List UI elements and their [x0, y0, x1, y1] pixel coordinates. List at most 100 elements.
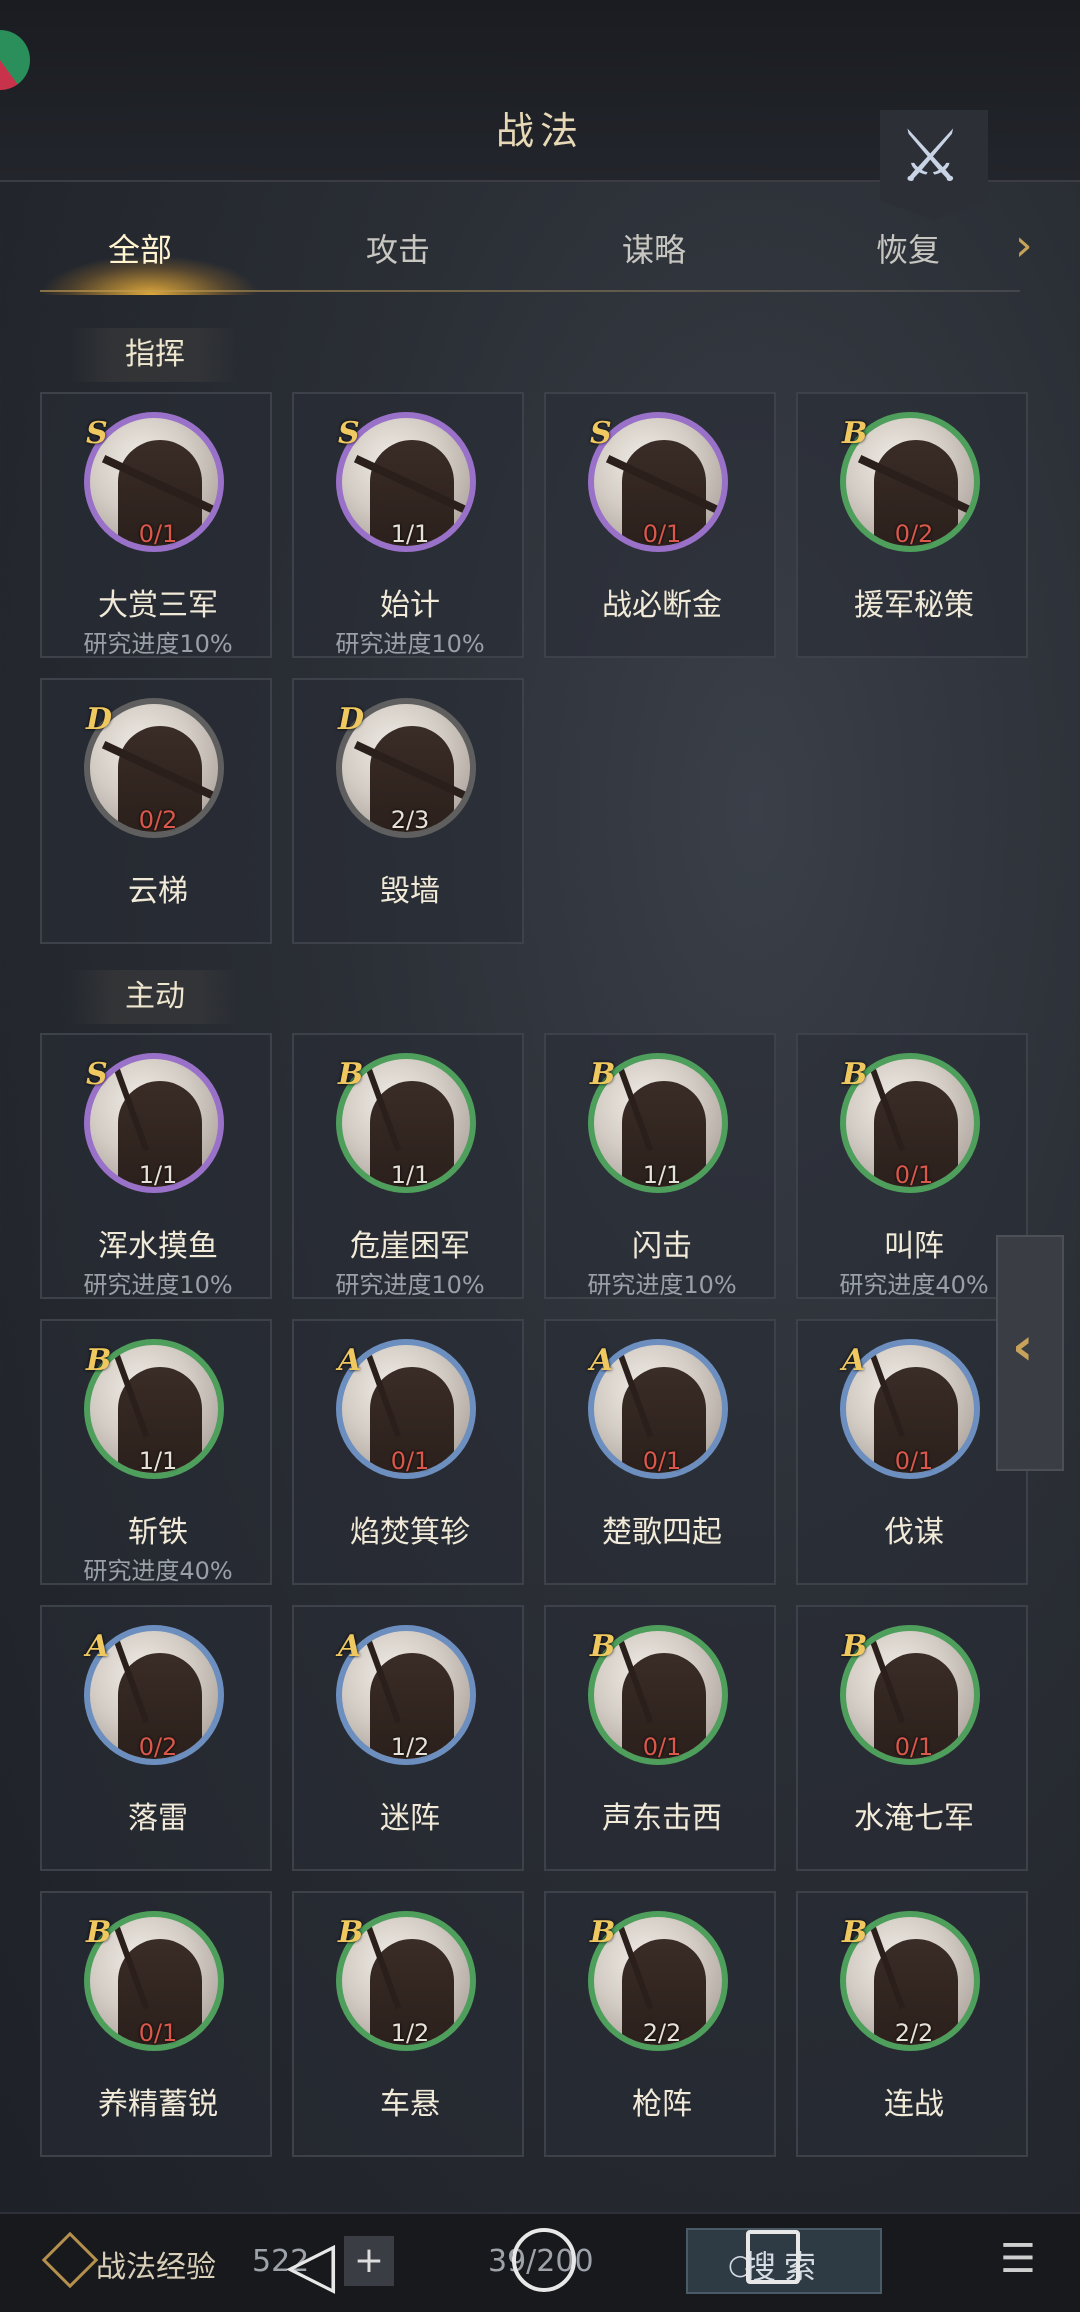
grade-badge: D [338, 702, 365, 737]
grade-badge: S [590, 416, 612, 451]
tactic-card[interactable]: D 0/2 云梯 [40, 678, 272, 944]
tactic-count: 1/1 [390, 1161, 430, 1189]
tactic-count: 0/1 [642, 520, 682, 548]
tactic-count: 0/1 [642, 1733, 682, 1761]
grade-badge: A [590, 1343, 614, 1378]
tactic-card[interactable]: A 1/2 迷阵 [292, 1605, 524, 1871]
grade-badge: D [86, 702, 113, 737]
tactic-card[interactable]: A 0/1 焰焚箕轸 [292, 1319, 524, 1585]
tactic-name: 斩铁 [128, 1515, 188, 1550]
tactic-name: 危崖困军 [350, 1229, 470, 1264]
research-progress: 研究进度10% [83, 1271, 233, 1299]
tactic-name: 枪阵 [632, 2087, 692, 2122]
tab-recovery[interactable]: 恢复 [808, 200, 1008, 290]
grade-badge: B [842, 1057, 868, 1092]
tactic-name: 始计 [380, 588, 440, 623]
tab-strategy[interactable]: 谋略 [554, 200, 754, 290]
tactic-card[interactable]: A 0/1 伐谋 [796, 1319, 1028, 1585]
nav-home-icon[interactable] [512, 2228, 576, 2292]
tactic-card[interactable]: B 0/1 水淹七军 [796, 1605, 1028, 1871]
tactic-count: 1/1 [138, 1161, 178, 1189]
tactic-card[interactable]: B 2/2 连战 [796, 1891, 1028, 2157]
tactic-card[interactable]: B 2/2 枪阵 [544, 1891, 776, 2157]
tactic-count: 1/1 [138, 1447, 178, 1475]
tactic-count: 2/2 [642, 2019, 682, 2047]
tactic-name: 连战 [884, 2087, 944, 2122]
side-panel-toggle[interactable]: ‹ [996, 1235, 1064, 1471]
nav-back-icon[interactable]: ◁ [286, 2228, 335, 2302]
section-label-active: 主动 [70, 970, 240, 1024]
grade-badge: B [590, 1057, 616, 1092]
tactic-card[interactable]: B 0/1 叫阵 研究进度40% [796, 1033, 1028, 1299]
tactic-card[interactable]: S 1/1 始计研究进度10% [292, 392, 524, 658]
app-logo [0, 30, 30, 90]
tactic-name: 云梯 [128, 874, 188, 909]
grade-badge: A [842, 1343, 866, 1378]
exp-label: 战法经验 [96, 2250, 216, 2285]
tactic-count: 0/1 [894, 1733, 934, 1761]
tactic-card[interactable]: D 2/3 毁墙 [292, 678, 524, 944]
tactic-name: 浑水摸鱼 [98, 1229, 218, 1264]
grade-badge: B [590, 1915, 616, 1950]
grade-badge: B [590, 1629, 616, 1664]
chevron-right-icon[interactable]: › [1015, 220, 1033, 271]
nav-recent-icon[interactable] [746, 2230, 800, 2284]
tactic-card[interactable]: B 1/1 闪击 研究进度10% [544, 1033, 776, 1299]
tactic-count: 2/2 [894, 2019, 934, 2047]
chevron-left-icon: ‹ [1012, 1317, 1034, 1377]
grade-badge: A [86, 1629, 110, 1664]
section-label-command: 指挥 [70, 328, 240, 382]
tactic-card[interactable]: B 0/1 声东击西 [544, 1605, 776, 1871]
tactic-name: 大赏三军 [98, 588, 218, 623]
tactic-name: 车悬 [380, 2087, 440, 2122]
grade-badge: S [86, 416, 108, 451]
tactic-count: 0/2 [894, 520, 934, 548]
tactic-count: 1/1 [642, 1161, 682, 1189]
grade-badge: S [338, 416, 360, 451]
add-exp-button[interactable]: + [344, 2236, 394, 2286]
tab-all[interactable]: 全部 [40, 200, 240, 290]
tactic-card[interactable]: B 1/2 车悬 [292, 1891, 524, 2157]
research-progress: 研究进度40% [83, 1557, 233, 1585]
tactic-count: 1/1 [390, 520, 430, 548]
tactic-count: 0/1 [642, 1447, 682, 1475]
tactic-card[interactable]: S 0/1 大赏三军 研究进度10% [40, 392, 272, 658]
crossed-swords-icon: ⚔ [898, 114, 963, 198]
tactic-card[interactable]: S 0/1 战必断金 [544, 392, 776, 658]
tab-underline [40, 290, 1020, 292]
tab-attack[interactable]: 攻击 [298, 200, 498, 290]
tactic-count: 0/2 [138, 1733, 178, 1761]
grade-badge: B [86, 1915, 112, 1950]
tactic-name: 毁墙 [380, 874, 440, 909]
grade-badge: S [86, 1057, 108, 1092]
tactic-count: 1/2 [390, 2019, 430, 2047]
grade-badge: B [86, 1343, 112, 1378]
grade-badge: A [338, 1629, 362, 1664]
tactic-count: 1/2 [390, 1733, 430, 1761]
tactic-name: 战必断金 [602, 588, 722, 623]
tactic-name: 声东击西 [602, 1801, 722, 1836]
grade-badge: A [338, 1343, 362, 1378]
research-progress: 研究进度10% [335, 630, 485, 658]
tactic-card[interactable]: A 0/1 楚歌四起 [544, 1319, 776, 1585]
tactic-name: 焰焚箕轸 [350, 1515, 470, 1550]
tactic-name: 伐谋 [884, 1515, 944, 1550]
list-export-icon[interactable]: ☰ [1000, 2236, 1036, 2282]
tactic-count: 0/1 [138, 2019, 178, 2047]
tactic-card[interactable]: B 0/1 养精蓄锐 [40, 1891, 272, 2157]
tactic-card[interactable]: A 0/2 落雷 [40, 1605, 272, 1871]
tactic-name: 水淹七军 [854, 1801, 974, 1836]
research-progress: 研究进度10% [83, 630, 233, 658]
exp-icon [41, 2231, 99, 2289]
tactic-count: 0/2 [138, 806, 178, 834]
grade-badge: B [842, 1629, 868, 1664]
bottom-bar: 战法经验 522 ◁ + 39/200 ○ 搜索 ☰ [0, 2212, 1080, 2312]
tactic-name: 落雷 [128, 1801, 188, 1836]
tactic-card[interactable]: B 1/1 危崖困军 研究进度10% [292, 1033, 524, 1299]
tactic-card[interactable]: B 0/2 援军秘策 [796, 392, 1028, 658]
tactic-card[interactable]: B 1/1 斩铁研究进度40% [40, 1319, 272, 1585]
tactic-name: 援军秘策 [854, 588, 974, 623]
tab-bar: 全部 攻击 谋略 恢复 [40, 200, 1020, 290]
tactic-card[interactable]: S 1/1 浑水摸鱼研究进度10% [40, 1033, 272, 1299]
research-progress: 研究进度10% [335, 1271, 485, 1299]
